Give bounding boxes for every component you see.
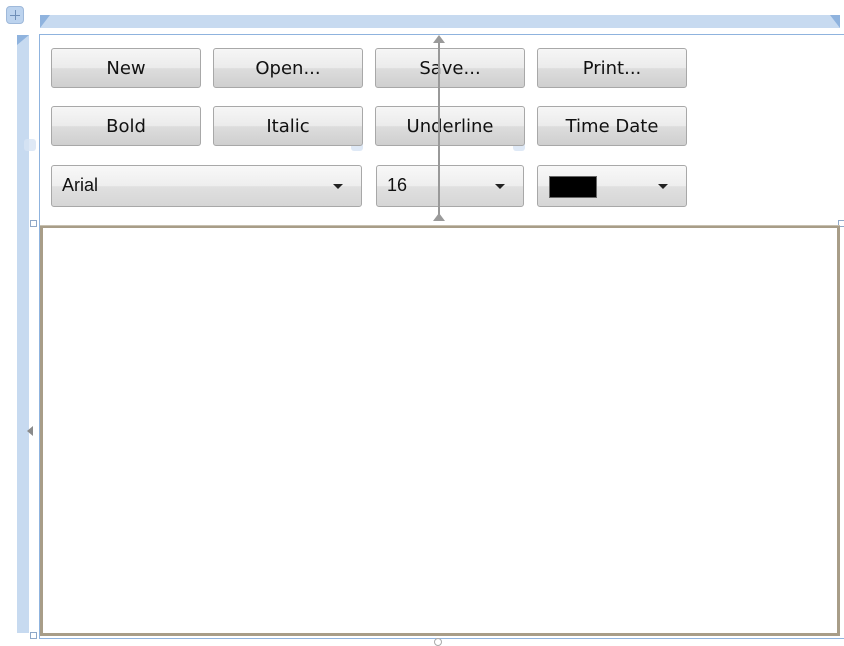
underline-button-label: Underline: [406, 115, 494, 137]
font-family-select[interactable]: Arial: [51, 165, 362, 207]
print-button-label: Print...: [582, 57, 642, 79]
font-family-value: Arial: [62, 175, 99, 195]
italic-button-label: Italic: [266, 115, 310, 137]
print-button[interactable]: Print...: [537, 48, 687, 88]
bold-button-label: Bold: [106, 115, 146, 137]
top-grid-rail[interactable]: [40, 15, 840, 28]
color-swatch: [549, 176, 597, 198]
editor-top-edge: [40, 225, 840, 226]
font-size-select[interactable]: 16: [376, 165, 524, 207]
grid-marker-icon: [24, 139, 36, 151]
collapse-left-arrow-icon[interactable]: [27, 426, 33, 436]
font-color-select[interactable]: [537, 165, 687, 207]
bold-button[interactable]: Bold: [51, 106, 201, 146]
left-grid-rail[interactable]: [17, 35, 29, 633]
text-editor-area[interactable]: [40, 225, 840, 636]
new-button-label: New: [106, 57, 146, 79]
open-button-label: Open...: [255, 57, 321, 79]
dropdown-arrow-icon: [495, 184, 505, 189]
italic-button[interactable]: Italic: [213, 106, 363, 146]
bottom-anchor-icon[interactable]: [434, 638, 442, 646]
dropdown-arrow-icon: [658, 184, 668, 189]
new-button[interactable]: New: [51, 48, 201, 88]
time-date-button-label: Time Date: [565, 115, 659, 137]
save-button[interactable]: Save...: [375, 48, 525, 88]
resize-handle[interactable]: [30, 632, 37, 639]
open-button[interactable]: Open...: [213, 48, 363, 88]
move-adorner-icon[interactable]: [6, 6, 24, 24]
underline-button[interactable]: Underline: [375, 106, 525, 146]
splitter-arrow-icon: [433, 35, 445, 43]
save-button-label: Save...: [419, 57, 481, 79]
splitter-arrow-icon: [433, 213, 445, 221]
time-date-button[interactable]: Time Date: [537, 106, 687, 146]
font-size-value: 16: [387, 175, 408, 195]
dropdown-arrow-icon: [333, 184, 343, 189]
grid-splitter[interactable]: [438, 42, 440, 217]
resize-handle[interactable]: [30, 220, 37, 227]
